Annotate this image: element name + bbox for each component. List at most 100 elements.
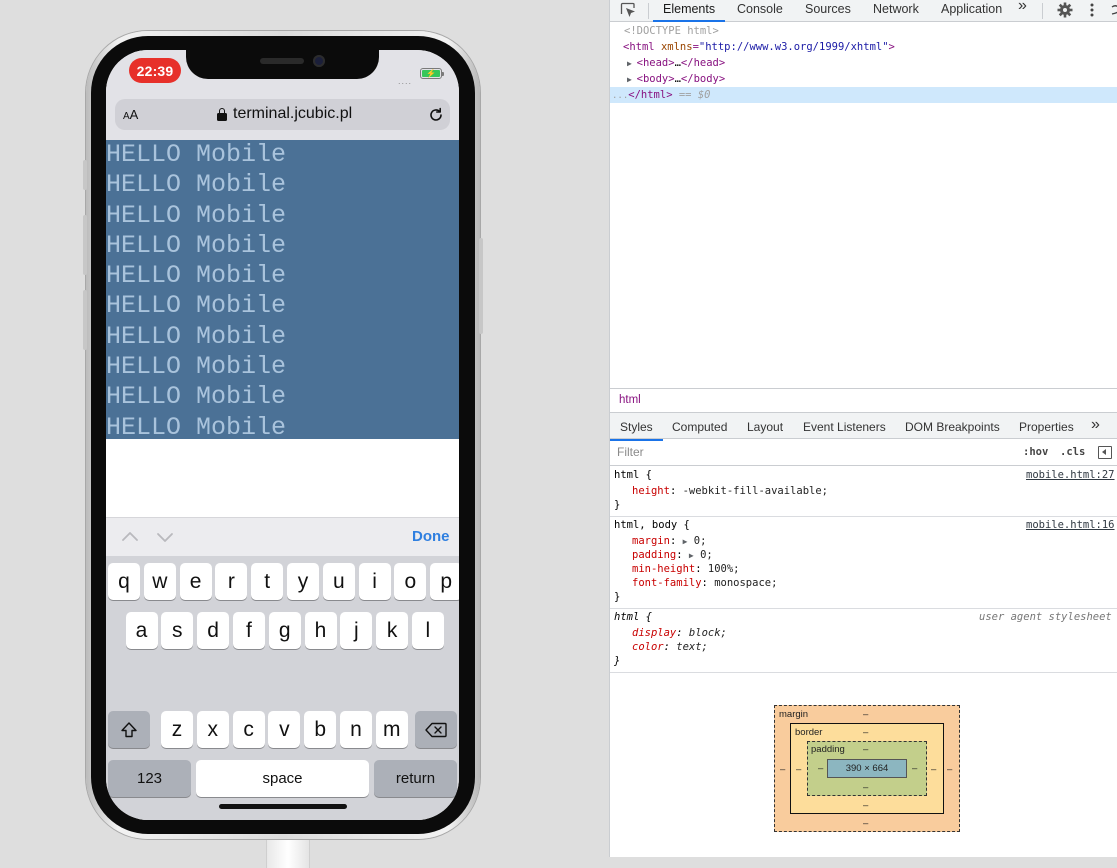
expand-triangle-icon[interactable]: ▶ <box>689 551 694 560</box>
key-w[interactable]: w <box>143 563 176 600</box>
key-k[interactable]: k <box>376 612 409 649</box>
margin-right-value[interactable]: – <box>947 764 952 775</box>
key-p[interactable]: p <box>430 563 459 600</box>
border-right-value[interactable]: – <box>931 764 936 775</box>
key-s[interactable]: s <box>161 612 194 649</box>
margin-top-value[interactable]: – <box>863 709 868 720</box>
backspace-key[interactable] <box>415 711 457 748</box>
box-model-border[interactable]: border – – – – padding – – – – 390 × 664 <box>790 723 944 814</box>
key-a[interactable]: a <box>125 612 158 649</box>
tab-layout[interactable]: Layout <box>747 420 783 434</box>
terminal-output[interactable]: HELLO Mobile HELLO Mobile HELLO Mobile HELL… <box>106 140 459 442</box>
space-key[interactable]: space <box>196 760 369 797</box>
key-v[interactable]: v <box>268 711 301 748</box>
key-g[interactable]: g <box>268 612 301 649</box>
hov-toggle[interactable]: :hov <box>1023 446 1048 458</box>
padding-bottom-value[interactable]: – <box>863 782 868 793</box>
css-rule[interactable]: html { mobile.html:27 height: -webkit-fi… <box>610 467 1117 517</box>
key-i[interactable]: i <box>358 563 391 600</box>
kebab-menu-icon[interactable] <box>1088 2 1096 18</box>
more-subtabs-button[interactable]: » <box>1091 416 1100 434</box>
inspect-element-icon[interactable] <box>620 2 637 19</box>
reader-settings-button[interactable]: AA <box>123 107 138 122</box>
css-declaration[interactable]: font-family: monospace; <box>632 576 777 590</box>
padding-top-value[interactable]: – <box>863 744 868 755</box>
tab-properties[interactable]: Properties <box>1019 420 1074 434</box>
padding-right-value[interactable]: – <box>912 763 917 774</box>
key-z[interactable]: z <box>161 711 193 748</box>
computed-sidebar-toggle-icon[interactable] <box>1098 446 1112 459</box>
expand-triangle-icon[interactable]: ▶ <box>683 537 688 546</box>
tab-application[interactable]: Application <box>941 0 1002 22</box>
css-rule-user-agent[interactable]: html { user agent stylesheet display: bl… <box>610 609 1117 673</box>
shift-key[interactable] <box>108 711 150 748</box>
key-l[interactable]: l <box>411 612 444 649</box>
tab-dom-breakpoints[interactable]: DOM Breakpoints <box>905 420 1000 434</box>
styles-filter-input[interactable]: Filter <box>617 445 644 459</box>
key-c[interactable]: c <box>232 711 265 748</box>
key-e[interactable]: e <box>179 563 212 600</box>
more-tabs-button[interactable]: » <box>1018 0 1027 19</box>
expand-triangle-icon[interactable]: ▶ <box>627 59 637 68</box>
key-y[interactable]: y <box>287 563 319 600</box>
breadcrumb-html[interactable]: html <box>619 394 641 406</box>
key-u[interactable]: u <box>322 563 355 600</box>
key-n[interactable]: n <box>340 711 372 748</box>
padding-left-value[interactable]: – <box>818 763 823 774</box>
key-o[interactable]: o <box>394 563 427 600</box>
css-declaration[interactable]: min-height: 100%; <box>632 562 739 576</box>
css-rule[interactable]: html, body { mobile.html:16 margin: ▶ 0;… <box>610 517 1117 609</box>
dom-html-open[interactable]: <html xmlns="http://www.w3.org/1999/xhtm… <box>610 39 1117 55</box>
expand-triangle-icon[interactable]: ▶ <box>627 75 637 84</box>
tab-network[interactable]: Network <box>873 0 919 22</box>
border-top-value[interactable]: – <box>863 727 868 738</box>
box-model-margin[interactable]: margin – – – – border – – – – padding – … <box>774 705 960 832</box>
dom-html-close-selected[interactable]: ...</html> == $0 <box>610 87 1117 103</box>
tab-styles[interactable]: Styles <box>610 420 663 441</box>
dom-head-node[interactable]: ▶ <head>…</head> <box>610 55 1117 71</box>
key-j[interactable]: j <box>340 612 373 649</box>
numbers-key[interactable]: 123 <box>108 760 191 797</box>
dom-doctype[interactable]: <!DOCTYPE html> <box>610 23 1117 39</box>
tab-computed[interactable]: Computed <box>672 420 727 434</box>
key-f[interactable]: f <box>232 612 265 649</box>
margin-left-value[interactable]: – <box>780 764 785 775</box>
tab-elements[interactable]: Elements <box>652 0 726 22</box>
margin-bottom-value[interactable]: – <box>863 818 868 829</box>
border-bottom-value[interactable]: – <box>863 800 868 811</box>
gear-icon[interactable] <box>1057 2 1073 18</box>
tab-sources[interactable]: Sources <box>805 0 851 22</box>
key-m[interactable]: m <box>375 711 408 748</box>
rule-source-link[interactable]: mobile.html:27 <box>1026 468 1115 482</box>
tab-event-listeners[interactable]: Event Listeners <box>803 420 886 434</box>
key-r[interactable]: r <box>215 563 248 600</box>
home-indicator[interactable] <box>219 804 347 809</box>
css-declaration[interactable]: padding: ▶ 0; <box>632 548 713 563</box>
reload-icon[interactable] <box>428 107 444 123</box>
key-b[interactable]: b <box>304 711 337 748</box>
key-q[interactable]: q <box>108 563 140 600</box>
cls-toggle[interactable]: .cls <box>1060 446 1085 458</box>
css-declaration[interactable]: margin: ▶ 0; <box>632 534 706 549</box>
css-declaration[interactable]: height: -webkit-fill-available; <box>632 484 828 498</box>
rule-source-link[interactable]: mobile.html:16 <box>1026 518 1115 532</box>
close-devtools-icon[interactable] <box>1110 2 1117 18</box>
url-text[interactable]: terminal.jcubic.pl <box>233 105 352 123</box>
box-model-padding[interactable]: padding – – – – 390 × 664 <box>807 741 927 796</box>
border-left-value[interactable]: – <box>796 764 801 775</box>
chevron-up-icon[interactable] <box>121 528 139 546</box>
chevron-down-icon[interactable] <box>156 528 174 546</box>
key-t[interactable]: t <box>251 563 284 600</box>
key-d[interactable]: d <box>197 612 230 649</box>
address-bar[interactable]: AA terminal.jcubic.pl <box>115 99 450 130</box>
key-x[interactable]: x <box>196 711 229 748</box>
box-model-content-size[interactable]: 390 × 664 <box>827 759 907 778</box>
done-button[interactable]: Done <box>412 528 450 545</box>
dom-body-node[interactable]: ▶ <body>…</body> <box>610 71 1117 87</box>
tab-console[interactable]: Console <box>737 0 783 22</box>
return-key[interactable]: return <box>374 760 457 797</box>
terminal-line: HELLO Mobile <box>106 321 287 351</box>
padding-label: padding <box>811 744 845 755</box>
key-h[interactable]: h <box>304 612 337 649</box>
dom-tree[interactable]: <!DOCTYPE html> <html xmlns="http://www.… <box>610 23 1117 103</box>
